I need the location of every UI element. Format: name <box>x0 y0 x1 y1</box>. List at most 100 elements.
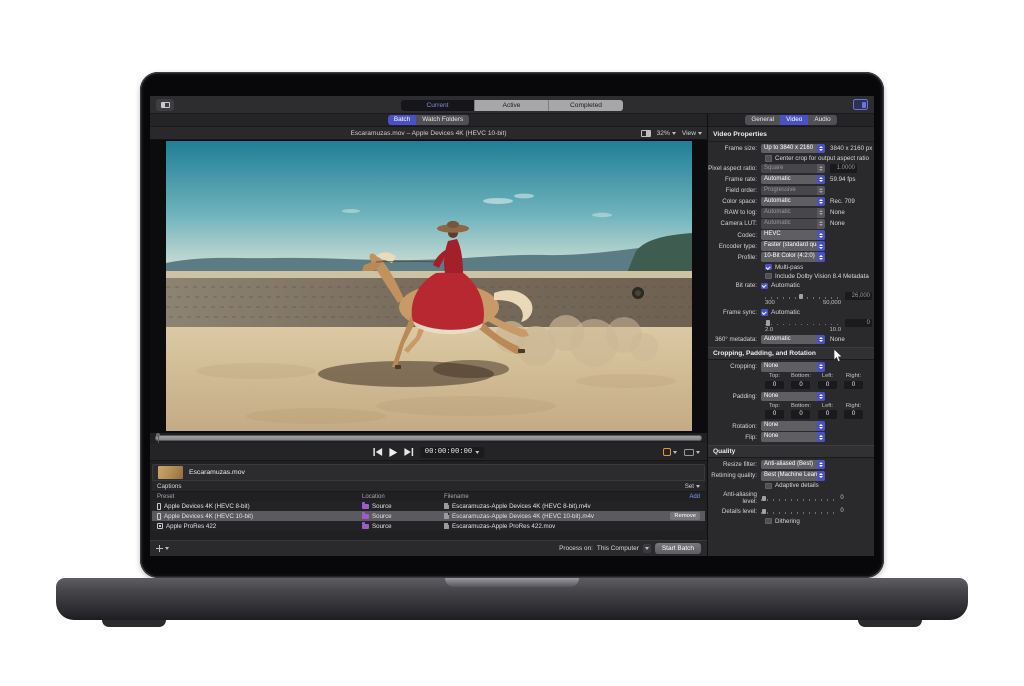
pad-right-field[interactable]: 0 <box>844 410 863 419</box>
dropdown-arrows-icon <box>817 197 825 207</box>
cropping-dropdown[interactable]: None <box>761 362 825 372</box>
tab-video[interactable]: Video <box>780 115 808 125</box>
dropdown-arrows-icon <box>817 421 825 431</box>
marker-icon <box>663 448 671 456</box>
cropping-row: Cropping: None <box>708 362 874 372</box>
multi-pass-checkbox[interactable] <box>765 264 772 271</box>
video-frame <box>166 141 692 431</box>
details-level-slider[interactable] <box>761 508 837 515</box>
padding-dropdown[interactable]: None <box>761 392 825 402</box>
tab-current[interactable]: Current <box>401 100 475 111</box>
frame-rate-dropdown[interactable]: Automatic <box>761 175 825 185</box>
multi-pass-row: Multi-pass <box>765 264 874 271</box>
location-value: Source <box>372 523 392 530</box>
meta360-dropdown[interactable]: Automatic <box>761 335 825 345</box>
frame-sync-auto-label: Automatic <box>771 309 800 316</box>
marker-menu[interactable] <box>663 448 677 456</box>
remove-button[interactable]: Remove <box>670 512 700 520</box>
tab-audio[interactable]: Audio <box>808 115 836 125</box>
mouse-cursor <box>833 349 843 363</box>
profile-dropdown[interactable]: 10-Bit Color (4:2:0) <box>761 252 825 262</box>
frame-sync-range: 2.0 10.0 <box>765 327 841 333</box>
chevron-down-icon <box>696 451 700 454</box>
dithering-checkbox[interactable] <box>765 518 772 525</box>
frame-sync-slider[interactable] <box>765 319 841 326</box>
bit-rate-slider[interactable] <box>765 293 841 300</box>
resize-filter-dropdown[interactable]: Anti-aliased (Best) <box>761 460 825 470</box>
frame-sync-label: Frame sync: <box>708 309 761 316</box>
tab-completed[interactable]: Completed <box>549 100 623 111</box>
aa-level-row: Anti-aliasing level: 0 <box>708 491 874 505</box>
tab-batch[interactable]: Batch <box>388 115 416 125</box>
table-row[interactable]: Apple ProRes 422 Source Escaramuzas-Appl… <box>152 521 705 531</box>
tab-general[interactable]: General <box>745 115 780 125</box>
color-space-row: Color space: Automatic Rec. 709 <box>708 197 874 207</box>
split-view-icon[interactable] <box>641 130 651 137</box>
bit-rate-auto-checkbox[interactable] <box>761 283 768 290</box>
aa-level-slider[interactable] <box>761 495 837 502</box>
zoom-control[interactable]: 32% <box>657 130 676 137</box>
pad-top-field[interactable]: 0 <box>765 410 784 419</box>
cropping-label: Cropping: <box>708 363 761 370</box>
bottom-bar: Process on: This Computer Start Batch <box>150 540 707 556</box>
sidebar-toggle-button[interactable] <box>156 99 174 111</box>
frame-size-dropdown[interactable]: Up to 3840 x 2160 <box>761 144 825 154</box>
bit-rate-slider-row: 26,000 kbps <box>765 292 874 301</box>
next-frame-icon[interactable] <box>404 448 413 456</box>
start-batch-button[interactable]: Start Batch <box>655 543 701 554</box>
center-crop-checkbox[interactable] <box>765 155 772 162</box>
dithering-label: Dithering <box>775 518 800 525</box>
frame-sync-auto-checkbox[interactable] <box>761 309 768 316</box>
flip-dropdown[interactable]: None <box>761 432 825 442</box>
crop-bottom-field[interactable]: 0 <box>791 381 810 390</box>
table-row-selected[interactable]: Apple Devices 4K (HEVC 10-bit) Source Es… <box>152 511 705 521</box>
frame-size-value: 3840 x 2160 px <box>830 145 872 152</box>
plus-icon <box>156 545 163 552</box>
meta360-value: None <box>830 336 845 343</box>
padding-edges: Top:0 Bottom:0 Left:0 Right:0 <box>765 403 874 419</box>
crop-right-field[interactable]: 0 <box>844 381 863 390</box>
add-job-menu[interactable] <box>156 545 169 552</box>
color-space-dropdown[interactable]: Automatic <box>761 197 825 207</box>
encoder-type-dropdown[interactable]: Faster (standard qua… <box>761 241 825 251</box>
batch-tabs: Batch Watch Folders <box>388 115 469 125</box>
inspector-toggle-button[interactable] <box>853 99 868 110</box>
batch-list: Escaramuzas.mov Captions Set Preset Loca… <box>150 461 707 540</box>
document-icon <box>444 503 449 509</box>
filename-value: Escaramuzas-Apple ProRes 422.mov <box>452 523 555 530</box>
timeline-scrubber[interactable] <box>155 435 702 441</box>
timecode-field[interactable]: 00:00:00:00 <box>420 447 484 458</box>
crop-left-field[interactable]: 0 <box>818 381 837 390</box>
adaptive-details-checkbox[interactable] <box>765 483 772 490</box>
retiming-dropdown[interactable]: Best (Machine Learni… <box>761 471 825 481</box>
bit-rate-value-field: 26,000 <box>845 292 872 301</box>
view-segmented-control: Current Active Completed <box>401 100 623 111</box>
job-row[interactable]: Escaramuzas.mov <box>152 464 705 481</box>
location-value: Source <box>372 513 392 520</box>
video-preview-area <box>150 140 707 433</box>
table-row[interactable]: Apple Devices 4K (HEVC 8-bit) Source Esc… <box>152 501 705 511</box>
view-menu[interactable]: View <box>682 130 702 137</box>
frame-rate-label: Frame rate: <box>708 176 761 183</box>
dolby-vision-checkbox[interactable] <box>765 273 772 280</box>
pad-left-field[interactable]: 0 <box>818 410 837 419</box>
add-output-link[interactable]: Add <box>689 494 700 500</box>
captions-row: Captions Set <box>152 481 705 492</box>
process-on-menu[interactable] <box>643 544 651 553</box>
codec-dropdown[interactable]: HEVC <box>761 230 825 240</box>
rotation-dropdown[interactable]: None <box>761 421 825 431</box>
color-space-label: Color space: <box>708 198 761 205</box>
tab-watch-folders[interactable]: Watch Folders <box>416 115 469 125</box>
padding-label: Padding: <box>708 393 761 400</box>
captions-set-menu[interactable]: Set <box>685 483 700 490</box>
previous-frame-icon[interactable] <box>373 448 382 456</box>
pad-bottom-field[interactable]: 0 <box>791 410 810 419</box>
playhead[interactable] <box>156 433 160 443</box>
details-level-label: Details level: <box>708 508 761 515</box>
crop-top-field[interactable]: 0 <box>765 381 784 390</box>
dropdown-arrows-icon <box>817 208 825 218</box>
play-icon[interactable] <box>389 448 397 457</box>
display-menu[interactable] <box>684 449 700 456</box>
tab-active[interactable]: Active <box>475 100 549 111</box>
encoder-type-row: Encoder type: Faster (standard qua… <box>708 241 874 251</box>
